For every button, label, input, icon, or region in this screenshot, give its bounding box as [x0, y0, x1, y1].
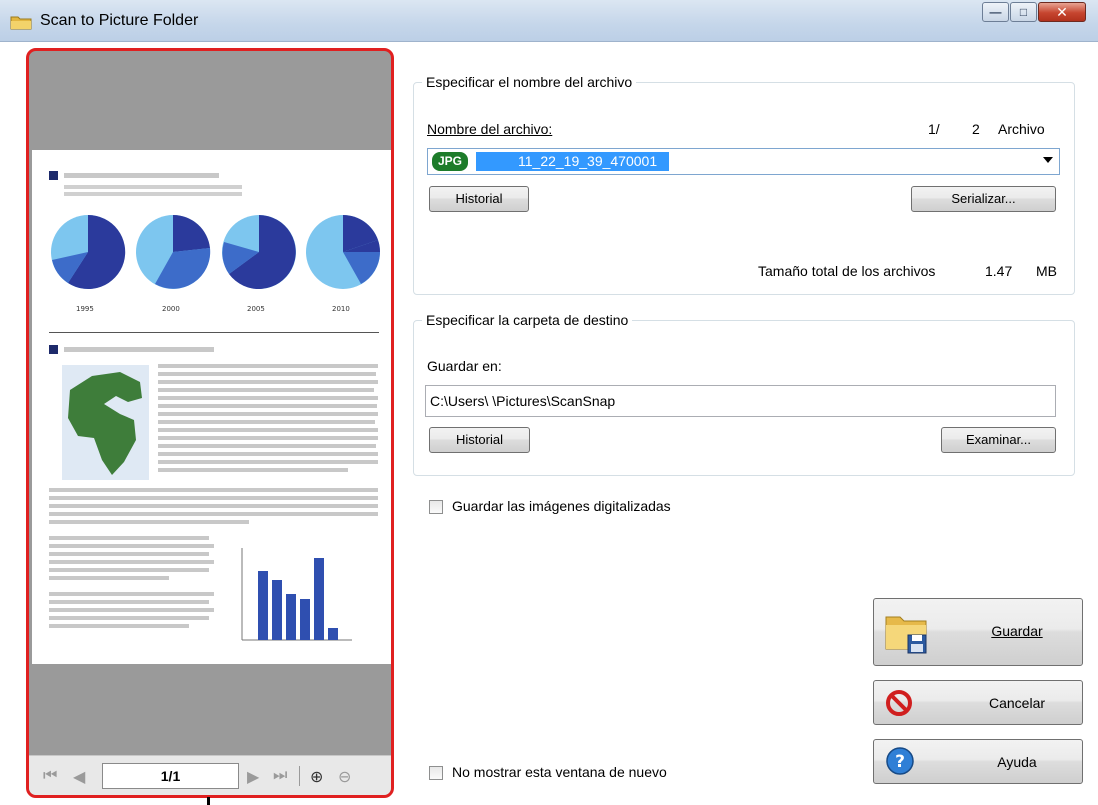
save-scanned-images-checkbox[interactable] — [429, 500, 443, 514]
year-label-2: 2000 — [162, 305, 180, 313]
save-button-label: Guardar — [991, 623, 1043, 639]
scanned-page-thumbnail: 1995 2000 2005 2010 — [32, 150, 391, 664]
preview-panel: 1995 2000 2005 2010 ⏮ ◀ 1/1 ▶ ⏭ ⊕ ⊖ — [26, 48, 394, 798]
cancel-button[interactable]: Cancelar — [873, 680, 1083, 725]
folder-icon — [10, 16, 32, 30]
total-size-label: Tamaño total de los archivos — [758, 263, 936, 279]
scanned-page-image: 1995 2000 2005 2010 — [49, 171, 380, 641]
dont-show-again-checkbox[interactable] — [429, 766, 443, 780]
zoom-in-icon[interactable]: ⊕ — [310, 767, 323, 787]
previous-page-icon[interactable]: ◀ — [73, 767, 85, 787]
callout-marker — [207, 797, 210, 805]
first-page-icon[interactable]: ⏮ — [43, 767, 57, 785]
last-page-icon[interactable]: ⏭ — [273, 767, 287, 785]
filename-history-button[interactable]: Historial — [429, 186, 529, 212]
minimize-button[interactable]: — — [982, 2, 1009, 22]
window-title: Scan to Picture Folder — [40, 12, 199, 29]
preview-navigation-bar: ⏮ ◀ 1/1 ▶ ⏭ ⊕ ⊖ — [29, 755, 391, 795]
svg-text:?: ? — [895, 752, 905, 772]
page-indicator-field[interactable]: 1/1 — [102, 763, 239, 789]
save-folder-icon — [885, 616, 927, 654]
destination-path-field[interactable]: C:\Users\ \Pictures\ScanSnap — [425, 385, 1056, 417]
window-controls: — □ ✕ — [981, 2, 1086, 22]
next-page-icon[interactable]: ▶ — [247, 767, 259, 787]
save-button[interactable]: Guardar — [873, 598, 1083, 666]
help-icon: ? — [886, 747, 914, 775]
save-in-label: Guardar en: — [427, 358, 502, 374]
destination-history-button[interactable]: Historial — [429, 427, 530, 453]
file-counter-total: 2 — [972, 121, 980, 137]
nav-separator — [299, 766, 300, 786]
jpg-file-icon: JPG — [432, 152, 468, 171]
help-button[interactable]: ? Ayuda — [873, 739, 1083, 784]
title-bar: Scan to Picture Folder — □ ✕ — [0, 0, 1098, 42]
serialize-button[interactable]: Serializar... — [911, 186, 1056, 212]
close-button[interactable]: ✕ — [1038, 2, 1086, 22]
minimize-icon: — — [989, 5, 1002, 19]
help-button-label: Ayuda — [997, 754, 1037, 770]
destination-group-legend: Especificar la carpeta de destino — [422, 312, 633, 328]
maximize-button[interactable]: □ — [1010, 2, 1037, 22]
year-label-3: 2005 — [247, 305, 265, 313]
cancel-button-label: Cancelar — [988, 695, 1046, 711]
maximize-icon: □ — [1019, 5, 1028, 19]
total-size-value: 1.47 — [985, 263, 1013, 279]
zoom-out-icon[interactable]: ⊖ — [338, 767, 351, 787]
file-counter-unit: Archivo — [998, 121, 1045, 137]
total-size-unit: MB — [1036, 263, 1057, 279]
year-label-1: 1995 — [76, 305, 94, 313]
filename-value[interactable]: 11_22_19_39_470001 — [476, 152, 669, 171]
year-label-4: 2010 — [332, 305, 350, 313]
filename-label: Nombre del archivo: — [427, 121, 553, 137]
dont-show-again-label: No mostrar esta ventana de nuevo — [452, 764, 667, 780]
prohibited-icon — [886, 690, 912, 716]
close-icon: ✕ — [1056, 4, 1068, 20]
save-scanned-images-label: Guardar las imágenes digitalizadas — [452, 498, 671, 514]
filename-group-legend: Especificar el nombre del archivo — [422, 74, 637, 90]
chevron-down-icon[interactable] — [1043, 157, 1053, 163]
filename-combobox[interactable]: JPG 11_22_19_39_470001 — [427, 148, 1060, 175]
file-counter-current: 1/ — [928, 121, 940, 137]
browse-button[interactable]: Examinar... — [941, 427, 1056, 453]
